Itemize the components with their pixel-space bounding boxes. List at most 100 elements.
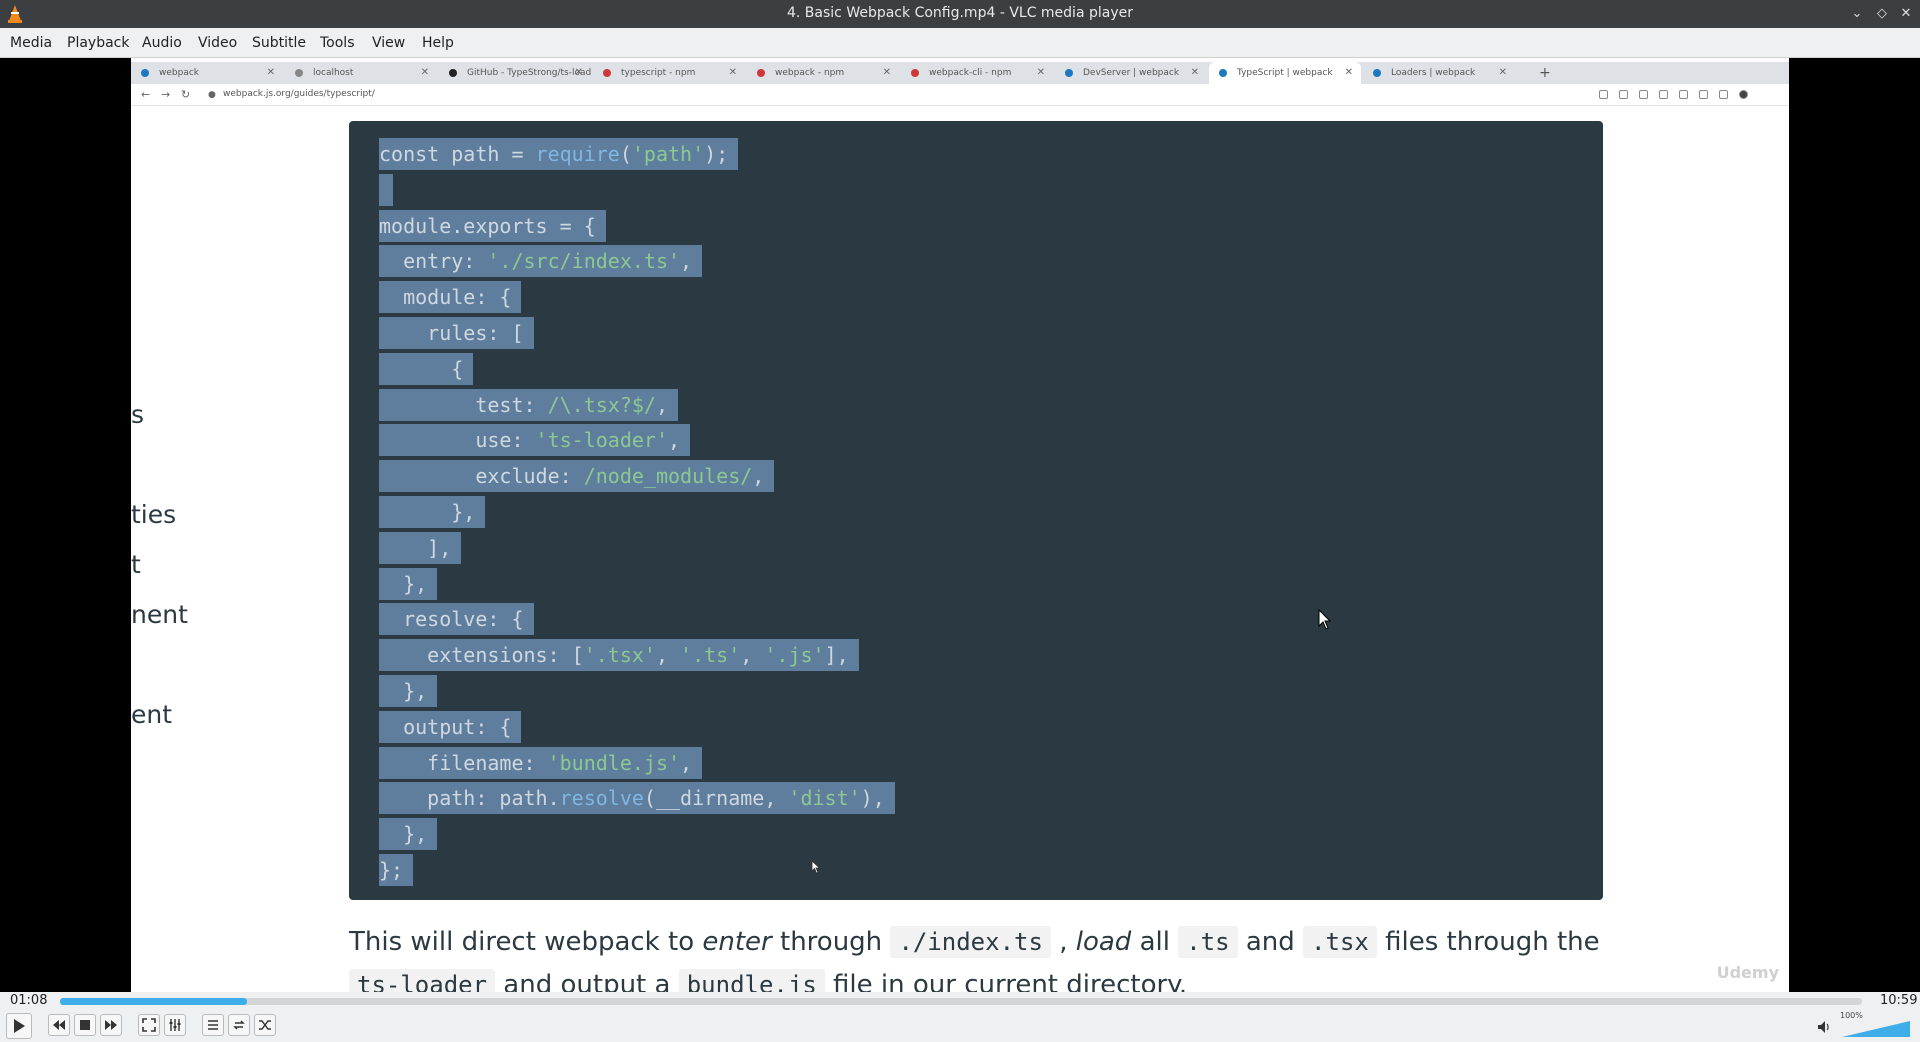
tab-close-icon: ✕: [574, 67, 583, 78]
code-token: ,: [655, 643, 681, 668]
close-icon[interactable]: ✕: [1896, 4, 1916, 24]
menu-view[interactable]: View: [372, 35, 405, 51]
code-line: filename: 'bundle.js',: [379, 746, 895, 782]
code-selection: module.exports = {: [379, 209, 606, 242]
page-text-fragment: ent: [131, 700, 173, 729]
reload-icon: ↻: [181, 88, 191, 101]
tab-close-icon: ✕: [1036, 67, 1045, 78]
code-token: use:: [379, 428, 536, 453]
browser-tab: webpack-cli - npm ✕: [901, 62, 1053, 84]
code-token: ],: [824, 643, 849, 668]
code-token: filename:: [379, 750, 548, 775]
code-token: entry:: [379, 249, 488, 274]
code-token: extensions: [: [379, 643, 584, 668]
menu-playback[interactable]: Playback: [67, 35, 129, 51]
code-token: module.exports = {: [379, 213, 596, 238]
menu-bar: Media Playback Audio Video Subtitle Tool…: [0, 28, 1920, 58]
speaker-icon[interactable]: [1816, 1019, 1832, 1035]
code-token: },: [379, 499, 476, 524]
code-line: path: path.resolve(__dirname, 'dist'),: [379, 781, 895, 817]
window-title: 4. Basic Webpack Config.mp4 - VLC media …: [787, 5, 1133, 21]
back-icon: ←: [141, 88, 151, 101]
tab-close-icon: ✕: [1190, 67, 1199, 78]
code-line: resolve: {: [379, 602, 895, 638]
fullscreen-button[interactable]: [138, 1014, 160, 1036]
code-token: ,: [668, 428, 681, 453]
code-token: 'dist': [788, 786, 861, 811]
minimize-icon[interactable]: ⌄: [1847, 4, 1867, 24]
code-token: ,: [655, 392, 668, 417]
tab-favicon-icon: [1373, 69, 1381, 77]
browser-tab-bar: webpack ✕ localhost ✕ GitHub - TypeStrong/…: [131, 62, 1789, 84]
code-block: const path = require('path'); module.exp…: [349, 121, 1603, 900]
extension-icon: [1699, 90, 1708, 99]
code-token: 'ts-loader': [535, 428, 668, 453]
seek-bar[interactable]: [60, 998, 1862, 1005]
code-selection: [379, 173, 393, 206]
page-text-fragment: s: [131, 400, 145, 429]
menu-media[interactable]: Media: [10, 35, 52, 51]
code-line: exclude: /node_modules/,: [379, 459, 895, 495]
total-time: 10:59: [1880, 993, 1918, 1008]
next-button[interactable]: [100, 1014, 122, 1036]
code-line: },: [379, 674, 895, 710]
play-button[interactable]: [6, 1013, 32, 1039]
shuffle-button[interactable]: [254, 1014, 276, 1036]
stop-icon: [80, 1020, 90, 1030]
volume-slider[interactable]: [1840, 1015, 1912, 1039]
stop-button[interactable]: [74, 1014, 96, 1036]
playlist-button[interactable]: [202, 1014, 224, 1036]
code-token: ,: [752, 464, 765, 489]
code-selection: test: /\.tsx?$/,: [379, 388, 678, 421]
code-line: const path = require('path');: [379, 137, 895, 173]
lock-icon: ●: [208, 90, 216, 100]
previous-icon: [53, 1020, 65, 1030]
mouse-cursor-icon: [811, 860, 821, 874]
menu-video[interactable]: Video: [198, 35, 237, 51]
previous-button[interactable]: [48, 1014, 70, 1036]
seek-bar-fill: [60, 998, 248, 1005]
menu-tools[interactable]: Tools: [320, 35, 355, 51]
code-token: },: [379, 822, 428, 847]
code-token: ),: [860, 786, 885, 811]
video-area[interactable]: webpack ✕ localhost ✕ GitHub - TypeStrong/…: [0, 58, 1920, 992]
menu-subtitle[interactable]: Subtitle: [252, 35, 306, 51]
code-selection: use: 'ts-loader',: [379, 424, 691, 457]
menu-audio[interactable]: Audio: [142, 35, 182, 51]
browser-tab: DevServer | webpack ✕: [1055, 62, 1207, 84]
code-token: ,: [740, 643, 765, 668]
code-line: {: [379, 352, 895, 388]
code-line: use: 'ts-loader',: [379, 423, 895, 459]
play-icon: [14, 1019, 25, 1033]
extended-settings-button[interactable]: [164, 1014, 186, 1036]
maximize-icon[interactable]: ◇: [1872, 4, 1892, 24]
menu-help[interactable]: Help: [422, 35, 454, 51]
tab-close-icon: ✕: [728, 67, 737, 78]
playlist-icon: [208, 1020, 218, 1030]
code-selection: filename: 'bundle.js',: [379, 746, 703, 779]
tab-favicon-icon: [295, 69, 303, 77]
loop-button[interactable]: [228, 1014, 250, 1036]
code-selection: entry: './src/index.ts',: [379, 245, 703, 278]
code-token: );: [704, 142, 729, 166]
extension-icon: [1639, 90, 1648, 99]
code-line: extensions: ['.tsx', '.ts', '.js'],: [379, 638, 895, 674]
code-selection: rules: [: [379, 316, 534, 349]
tab-favicon-icon: [911, 69, 919, 77]
code-selection: const path = require('path');: [379, 138, 739, 170]
code-line: module.exports = {: [379, 209, 895, 245]
code-token: (__dirname,: [643, 786, 789, 811]
code-line: module: {: [379, 280, 895, 316]
window-titlebar: 4. Basic Webpack Config.mp4 - VLC media …: [0, 0, 1920, 28]
code-token: exclude:: [379, 464, 584, 489]
loop-icon: [233, 1020, 245, 1030]
code-token: resolve: {: [379, 607, 524, 632]
code-token: ,: [680, 249, 693, 274]
browser-tab: webpack ✕: [131, 62, 283, 84]
tab-close-icon: ✕: [1498, 67, 1507, 78]
code-line: entry: './src/index.ts',: [379, 244, 895, 280]
code-selection: },: [379, 567, 438, 600]
code-selection: },: [379, 674, 438, 707]
tab-favicon-icon: [1065, 69, 1073, 77]
code-token: require: [535, 142, 620, 166]
